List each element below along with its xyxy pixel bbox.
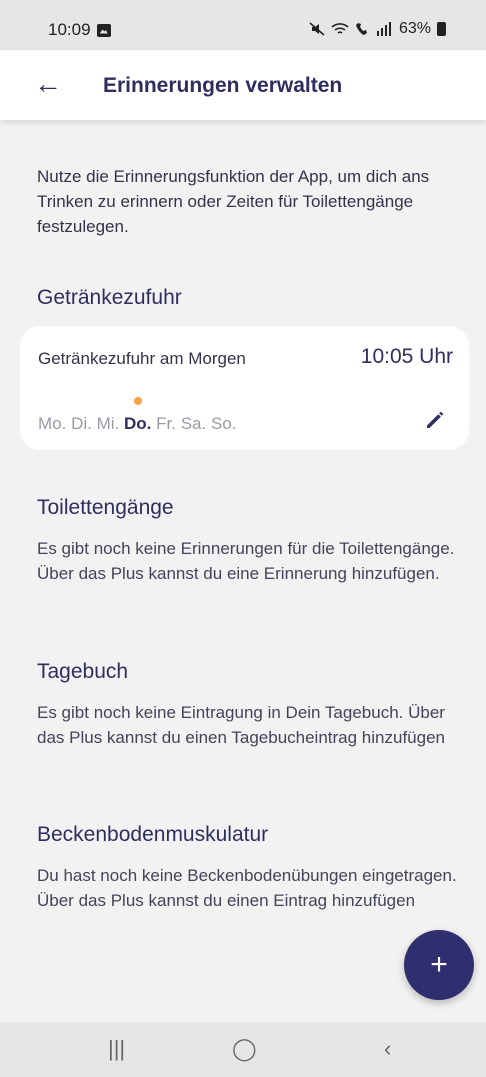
day-so: So. xyxy=(210,414,237,433)
section-title-diary: Tagebuch xyxy=(37,660,129,683)
edit-pencil-icon[interactable] xyxy=(423,408,447,432)
signal-icon xyxy=(376,22,391,36)
back-arrow-icon[interactable]: ← xyxy=(34,68,62,100)
status-time-group: 10:09 xyxy=(48,20,111,40)
reminder-name: Getränkezufuhr am Morgen xyxy=(38,349,246,368)
plus-icon: + xyxy=(430,948,448,981)
system-nav-bar: ||| ◯ ‹ xyxy=(0,1022,486,1077)
section-text-pelvic: Du hast noch keine Beckenbodenübungen ei… xyxy=(37,866,457,910)
day-do-active: Do. xyxy=(124,414,152,433)
home-button[interactable]: ◯ xyxy=(232,1036,257,1062)
status-icons: 63% xyxy=(309,20,446,38)
intro-text: Nutze die Erinnerungsfunktion der App, u… xyxy=(37,167,430,236)
gallery-notification-icon xyxy=(96,23,111,37)
day-mi: Mi. xyxy=(96,414,120,433)
page-title: Erinnerungen verwalten xyxy=(103,74,343,97)
section-title-toilet: Toilettengänge xyxy=(37,496,174,519)
status-time: 10:09 xyxy=(48,20,91,39)
reminder-days: Mo. Di. Mi. Do. Fr. Sa. So. xyxy=(38,414,237,434)
section-text-toilet: Es gibt noch keine Erinnerungen für die … xyxy=(37,539,455,583)
recents-button[interactable]: ||| xyxy=(108,1036,125,1062)
status-bar: 10:09 63% xyxy=(0,0,486,50)
day-sa: Sa. xyxy=(180,414,207,433)
add-reminder-button[interactable]: + xyxy=(404,930,474,1000)
reminder-time: 10:05 Uhr xyxy=(360,345,453,368)
day-mo: Mo. xyxy=(38,414,67,433)
reminder-card[interactable]: Getränkezufuhr am Morgen 10:05 Uhr Mo. D… xyxy=(20,326,469,450)
day-fr: Fr. xyxy=(156,414,176,433)
mute-icon xyxy=(309,22,325,36)
back-button[interactable]: ‹ xyxy=(384,1036,391,1062)
day-di: Di. xyxy=(71,414,92,433)
battery-icon xyxy=(437,22,446,36)
section-title-drinks: Getränkezufuhr xyxy=(37,286,182,309)
battery-percent: 63% xyxy=(398,20,431,37)
section-text-diary: Es gibt noch keine Eintragung in Dein Ta… xyxy=(37,703,445,747)
app-bar: ← Erinnerungen verwalten xyxy=(0,50,486,120)
section-title-pelvic: Beckenbodenmuskulatur xyxy=(37,823,269,846)
wifi-icon xyxy=(331,23,349,34)
call-icon xyxy=(355,23,367,35)
